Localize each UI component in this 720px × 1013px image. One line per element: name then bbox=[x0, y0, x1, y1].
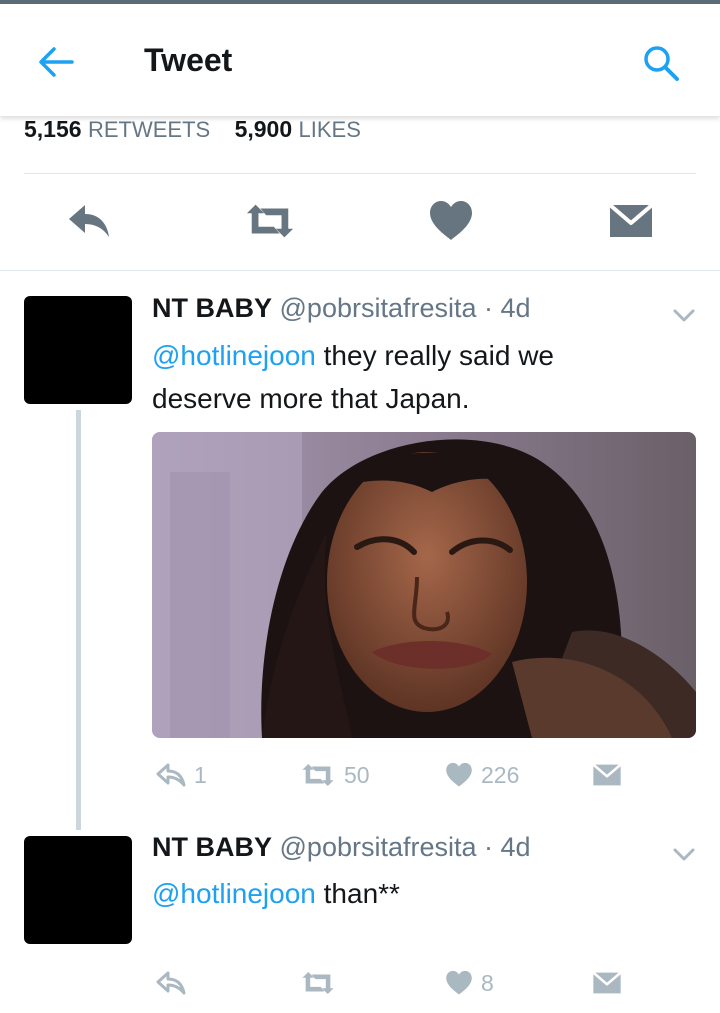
like-button[interactable]: 8 bbox=[445, 966, 494, 1000]
display-name[interactable]: NT BABY bbox=[152, 832, 272, 862]
tweet-media-image[interactable] bbox=[152, 432, 696, 738]
chevron-down-icon bbox=[673, 848, 695, 861]
tweet-text-line: they really said we bbox=[315, 340, 554, 371]
thread-connector-line bbox=[76, 410, 81, 830]
reply-button[interactable] bbox=[156, 966, 194, 1000]
mention-link[interactable]: @hotlinejoon bbox=[152, 340, 316, 371]
likes-label: LIKES bbox=[298, 117, 361, 142]
tweet-stats: 5,156 RETWEETS 5,900 LIKES bbox=[24, 116, 379, 144]
retweets-label: RETWEETS bbox=[87, 117, 211, 142]
share-dm-button[interactable] bbox=[592, 758, 622, 792]
like-count: 226 bbox=[481, 761, 520, 788]
mention-link[interactable]: @hotlinejoon bbox=[152, 878, 316, 909]
app-header: Tweet bbox=[0, 4, 720, 116]
heart-icon bbox=[430, 201, 472, 240]
tweet-text: @hotlinejoon than** bbox=[152, 872, 672, 915]
tweet-header: NT BABY @pobrsitafresita · 4d bbox=[152, 832, 531, 863]
tweet-text: @hotlinejoon they really said we deserve… bbox=[152, 334, 672, 420]
message-icon bbox=[608, 203, 654, 237]
retweet-icon bbox=[246, 204, 294, 238]
user-handle[interactable]: @pobrsitafresita bbox=[280, 832, 477, 862]
retweets-stat[interactable]: 5,156 RETWEETS bbox=[24, 116, 210, 142]
reply-icon bbox=[69, 205, 109, 237]
tweet-menu-button[interactable] bbox=[672, 844, 696, 864]
tweet-time: · 4d bbox=[484, 293, 531, 323]
reply-button[interactable]: 1 bbox=[156, 758, 207, 792]
message-icon bbox=[592, 971, 622, 994]
user-handle[interactable]: @pobrsitafresita bbox=[280, 293, 477, 323]
divider bbox=[0, 270, 720, 271]
likes-stat[interactable]: 5,900 LIKES bbox=[235, 116, 361, 142]
crying-woman-photo bbox=[152, 432, 696, 738]
like-count: 8 bbox=[481, 969, 494, 996]
tweet-text-line: deserve more that Japan. bbox=[152, 383, 470, 414]
divider bbox=[24, 173, 696, 174]
heart-icon bbox=[446, 970, 472, 995]
retweet-count: 50 bbox=[344, 761, 370, 788]
search-icon bbox=[644, 46, 679, 81]
tweet-time: · 4d bbox=[484, 832, 531, 862]
tweet-menu-button[interactable] bbox=[672, 305, 696, 325]
tweet-text-line: than** bbox=[315, 878, 400, 909]
reply-button[interactable] bbox=[64, 198, 114, 244]
retweet-button[interactable]: 50 bbox=[300, 758, 370, 792]
like-button[interactable]: 226 bbox=[445, 758, 519, 792]
retweet-button[interactable] bbox=[245, 198, 295, 244]
search-button[interactable] bbox=[640, 42, 684, 86]
retweets-count: 5,156 bbox=[24, 116, 82, 142]
retweet-button[interactable] bbox=[300, 966, 344, 1000]
share-dm-button[interactable] bbox=[592, 966, 622, 1000]
reply-icon bbox=[156, 763, 186, 787]
heart-icon bbox=[446, 762, 472, 787]
message-icon bbox=[592, 763, 622, 786]
display-name[interactable]: NT BABY bbox=[152, 293, 272, 323]
avatar[interactable] bbox=[24, 836, 132, 944]
reply-icon bbox=[156, 971, 186, 995]
retweet-icon bbox=[302, 763, 334, 787]
chevron-down-icon bbox=[673, 309, 695, 322]
avatar[interactable] bbox=[24, 296, 132, 404]
like-button[interactable] bbox=[426, 198, 476, 244]
likes-count: 5,900 bbox=[234, 116, 293, 142]
page-title: Tweet bbox=[144, 42, 233, 78]
tweet-header: NT BABY @pobrsitafresita · 4d bbox=[152, 293, 531, 324]
share-dm-button[interactable] bbox=[606, 198, 656, 244]
arrow-left-icon bbox=[39, 47, 74, 77]
back-button[interactable] bbox=[36, 44, 76, 80]
retweet-icon bbox=[302, 971, 334, 995]
reply-count: 1 bbox=[194, 761, 207, 788]
